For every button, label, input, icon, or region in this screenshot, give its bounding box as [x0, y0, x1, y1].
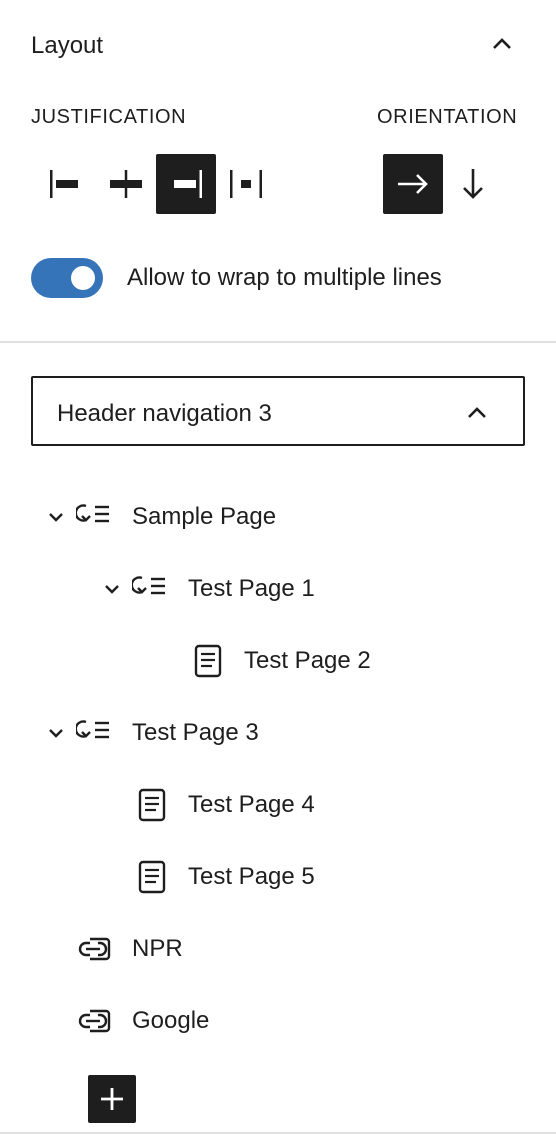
chevron-up-icon — [493, 38, 511, 49]
tree-item[interactable]: Test Page 4 — [98, 777, 315, 833]
page-icon — [132, 785, 172, 825]
tree-item-label[interactable]: Test Page 5 — [188, 863, 315, 891]
justification-button-group — [36, 154, 276, 214]
section-divider — [0, 341, 556, 343]
expand-toggle-spacer — [154, 647, 182, 675]
layout-panel-title: Layout — [31, 32, 104, 59]
justify-left-button[interactable] — [36, 154, 96, 214]
expand-toggle-spacer — [42, 1007, 70, 1035]
justification-label: JUSTIFICATION — [31, 106, 187, 128]
layout-collapse-button[interactable] — [480, 26, 524, 62]
navigation-menu-select[interactable]: Header navigation 3 — [31, 376, 525, 446]
orientation-vertical-button[interactable] — [443, 154, 503, 214]
tree-item[interactable]: Test Page 1 — [98, 561, 315, 617]
chevron-down-icon — [105, 585, 119, 594]
tree-item-label[interactable]: Test Page 3 — [132, 719, 259, 747]
page-icon — [188, 641, 228, 681]
layout-panel-header[interactable]: Layout — [0, 0, 556, 90]
plus-icon — [101, 1088, 123, 1110]
justify-center-icon — [110, 170, 142, 198]
custom-link-icon — [76, 929, 116, 969]
wrap-toggle-row: Allow to wrap to multiple lines — [31, 256, 442, 300]
toggle-knob — [71, 266, 95, 290]
tree-item-label[interactable]: NPR — [132, 935, 183, 963]
expand-toggle-spacer — [98, 791, 126, 819]
tree-item[interactable]: Sample Page — [42, 489, 276, 545]
tree-item-label[interactable]: Test Page 2 — [244, 647, 371, 675]
arrow-down-icon — [463, 169, 483, 199]
expand-toggle-button[interactable] — [42, 503, 70, 531]
submenu-icon — [76, 713, 116, 753]
chevron-down-icon — [49, 729, 63, 738]
tree-item[interactable]: Test Page 3 — [42, 705, 259, 761]
add-block-button[interactable] — [88, 1075, 136, 1123]
tree-item[interactable]: NPR — [42, 921, 183, 977]
justify-left-icon — [50, 170, 78, 198]
expand-toggle-spacer — [42, 935, 70, 963]
block-inspector-panel: Layout JUSTIFICATION ORIENTATION Allow t… — [0, 0, 556, 1134]
justify-space-between-icon — [230, 170, 262, 198]
expand-toggle-spacer — [98, 863, 126, 891]
tree-item[interactable]: Google — [42, 993, 209, 1049]
wrap-toggle[interactable] — [31, 258, 103, 298]
custom-link-icon — [76, 1001, 116, 1041]
tree-item-label[interactable]: Test Page 4 — [188, 791, 315, 819]
chevron-up-icon — [468, 407, 486, 418]
submenu-icon — [76, 497, 116, 537]
arrow-right-icon — [398, 174, 428, 194]
justify-space-between-button[interactable] — [216, 154, 276, 214]
tree-item[interactable]: Test Page 5 — [98, 849, 315, 905]
tree-item-label[interactable]: Test Page 1 — [188, 575, 315, 603]
expand-toggle-button[interactable] — [98, 575, 126, 603]
page-icon — [132, 857, 172, 897]
wrap-toggle-label[interactable]: Allow to wrap to multiple lines — [127, 264, 442, 292]
justify-right-icon — [174, 170, 202, 198]
orientation-label: ORIENTATION — [377, 106, 518, 128]
tree-item-label[interactable]: Sample Page — [132, 503, 276, 531]
chevron-down-icon — [49, 513, 63, 522]
orientation-button-group — [383, 154, 503, 214]
orientation-horizontal-button[interactable] — [383, 154, 443, 214]
navigation-menu-value: Header navigation 3 — [57, 400, 272, 427]
submenu-icon — [132, 569, 172, 609]
expand-toggle-button[interactable] — [42, 719, 70, 747]
tree-item[interactable]: Test Page 2 — [154, 633, 371, 689]
justify-right-button[interactable] — [156, 154, 216, 214]
justify-center-button[interactable] — [96, 154, 156, 214]
tree-item-label[interactable]: Google — [132, 1007, 209, 1035]
